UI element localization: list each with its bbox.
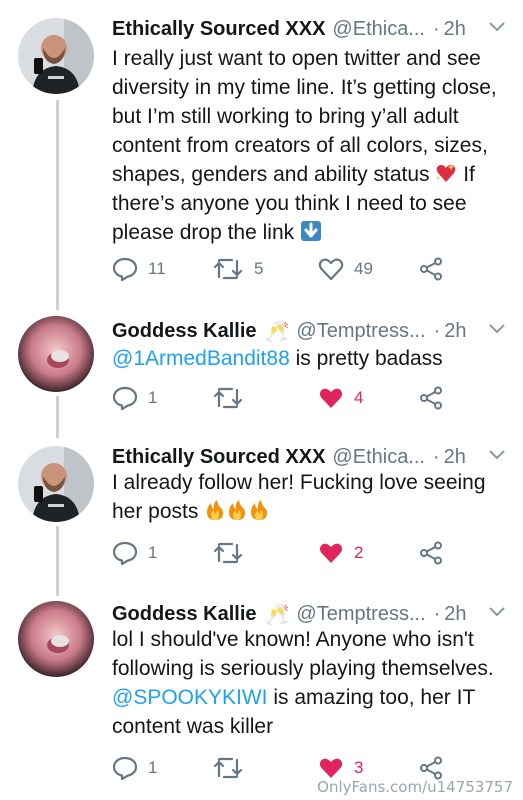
- reply-button[interactable]: 1: [112, 538, 157, 568]
- tweet-text-part: lol I should've known! Anyone who isn't …: [112, 628, 494, 680]
- share-button[interactable]: [418, 538, 444, 568]
- reply-button[interactable]: 1: [112, 753, 157, 783]
- reply-button[interactable]: 1: [112, 383, 157, 413]
- mention-link[interactable]: @1ArmedBandit88: [112, 347, 290, 370]
- separator: ·: [432, 445, 440, 468]
- chevron-down-icon[interactable]: [489, 607, 505, 617]
- heart-filled-icon: [319, 388, 343, 408]
- retweet-icon: [213, 258, 243, 280]
- retweet-button[interactable]: [212, 383, 254, 413]
- display-name[interactable]: Ethically Sourced XXX: [112, 18, 325, 41]
- avatar[interactable]: [18, 601, 94, 677]
- user-handle[interactable]: @Ethica...: [332, 446, 425, 469]
- reply-count: 1: [148, 543, 158, 562]
- champagne-icon: 🥂: [264, 320, 290, 343]
- like-count: 2: [354, 543, 364, 562]
- tweet-text: I already follow her! Fucking love seein…: [112, 468, 505, 526]
- share-icon: [420, 257, 442, 281]
- tweet[interactable]: Goddess Kallie 🥂 @Temptress... · 2h lol …: [0, 597, 523, 797]
- sparkling-heart-icon: [436, 164, 456, 182]
- avatar[interactable]: [18, 316, 94, 392]
- mention-link[interactable]: @SPOOKYKIWI: [112, 686, 268, 709]
- share-icon: [420, 541, 442, 565]
- down-arrow-icon: [300, 221, 321, 241]
- tweet-text: I really just want to open twitter and s…: [112, 44, 505, 247]
- heart-outline-icon: [318, 258, 344, 281]
- chevron-down-icon[interactable]: [489, 22, 505, 32]
- share-icon: [420, 386, 442, 410]
- separator: ·: [433, 319, 441, 342]
- avatar[interactable]: [18, 446, 94, 522]
- user-handle[interactable]: @Temptress...: [296, 603, 425, 626]
- user-handle[interactable]: @Temptress...: [296, 320, 425, 343]
- like-count: 49: [354, 259, 373, 278]
- like-count: 4: [354, 388, 364, 407]
- retweet-count: 5: [254, 259, 264, 278]
- separator: ·: [433, 602, 441, 625]
- tweet[interactable]: Ethically Sourced XXX @Ethica... · 2h I …: [0, 8, 523, 298]
- tweet-text-part: is pretty badass: [289, 347, 443, 370]
- reply-count: 1: [148, 388, 158, 407]
- tweet-header: Goddess Kallie 🥂 @Temptress... · 2h: [112, 314, 505, 348]
- tweet-actions: 1 2: [112, 538, 505, 568]
- tweet-text-part: I already follow her! Fucking love seein…: [112, 471, 486, 523]
- retweet-icon: [213, 757, 243, 779]
- retweet-icon: [213, 542, 243, 564]
- retweet-button[interactable]: [212, 753, 254, 783]
- reply-icon: [112, 756, 138, 780]
- champagne-icon: 🥂: [264, 603, 290, 626]
- like-button[interactable]: 4: [318, 383, 363, 413]
- reply-count: 11: [148, 259, 166, 278]
- like-button[interactable]: 49: [318, 254, 373, 284]
- timestamp[interactable]: 2h: [444, 446, 466, 469]
- retweet-button[interactable]: 5: [212, 254, 263, 284]
- fire-icon: [251, 500, 268, 520]
- fire-icon: [229, 500, 246, 520]
- avatar[interactable]: [18, 18, 94, 94]
- watermark: OnlyFans.com/u14753757: [317, 778, 513, 796]
- retweet-button[interactable]: [212, 538, 254, 568]
- display-name[interactable]: Ethically Sourced XXX: [112, 446, 325, 469]
- like-button[interactable]: 2: [318, 538, 363, 568]
- tweet-actions: 1 4: [112, 383, 505, 413]
- heart-filled-icon: [319, 758, 343, 778]
- tweet-text: @1ArmedBandit88 is pretty badass: [112, 344, 505, 373]
- chevron-down-icon[interactable]: [489, 324, 505, 334]
- display-name[interactable]: Goddess Kallie: [112, 320, 257, 343]
- timestamp[interactable]: 2h: [444, 320, 466, 343]
- reply-count: 1: [148, 758, 158, 777]
- fire-icon: [207, 500, 224, 520]
- share-icon: [420, 756, 442, 780]
- display-name[interactable]: Goddess Kallie: [112, 603, 257, 626]
- timestamp[interactable]: 2h: [444, 18, 466, 41]
- share-button[interactable]: [418, 383, 444, 413]
- user-handle[interactable]: @Ethica...: [332, 18, 425, 41]
- reply-icon: [112, 257, 138, 281]
- reply-icon: [112, 386, 138, 410]
- heart-filled-icon: [319, 543, 343, 563]
- separator: ·: [432, 17, 440, 40]
- chevron-down-icon[interactable]: [489, 450, 505, 460]
- timestamp[interactable]: 2h: [444, 603, 466, 626]
- reply-icon: [112, 541, 138, 565]
- share-button[interactable]: [418, 254, 444, 284]
- tweet[interactable]: Ethically Sourced XXX @Ethica... · 2h I …: [0, 440, 523, 590]
- reply-button[interactable]: 11: [112, 254, 166, 284]
- like-count: 3: [354, 758, 364, 777]
- tweet-actions: 11 5 49: [112, 254, 505, 284]
- tweet-header: Ethically Sourced XXX @Ethica... · 2h: [112, 12, 505, 46]
- retweet-icon: [213, 387, 243, 409]
- tweet[interactable]: Goddess Kallie 🥂 @Temptress... · 2h @1Ar…: [0, 310, 523, 426]
- tweet-text: lol I should've known! Anyone who isn't …: [112, 625, 505, 741]
